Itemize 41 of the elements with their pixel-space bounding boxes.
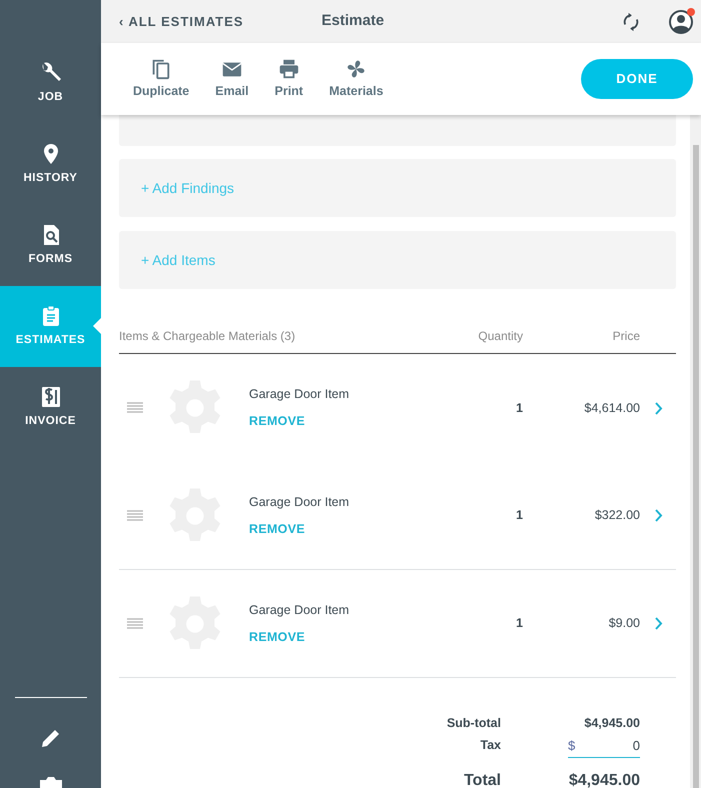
page-title: Estimate xyxy=(322,11,384,32)
quantity-cell-text: 1 xyxy=(515,615,523,632)
item-name: Garage Door Item xyxy=(249,602,350,619)
price-cell-text: $9.00 xyxy=(608,615,640,632)
sidebar-item[interactable]: HISTORY xyxy=(0,124,101,205)
price-cell-text: $322.00 xyxy=(594,507,640,524)
remove-link[interactable]: REMOVE xyxy=(249,520,443,538)
drag-handle-icon xyxy=(127,616,143,630)
printer-icon xyxy=(278,58,300,80)
scrollbar[interactable] xyxy=(690,115,701,788)
subtotal-value: $4,945.00 xyxy=(583,715,640,732)
column-header: Price xyxy=(612,328,640,345)
materials-button[interactable]: Materials xyxy=(323,58,390,100)
fan-icon xyxy=(345,58,368,80)
tax-field[interactable]: 0 xyxy=(590,736,640,756)
remove-link[interactable]: REMOVE xyxy=(249,412,443,431)
avatar-icon xyxy=(669,10,693,34)
sync-icon xyxy=(621,12,641,32)
copy-icon xyxy=(150,58,172,80)
item-name: Garage Door Item xyxy=(249,494,350,511)
tax-label: Tax xyxy=(479,736,501,754)
sidebar-item[interactable]: JOB xyxy=(0,43,101,124)
sidebar-item[interactable]: INVOICE xyxy=(0,367,101,448)
subtotal-label: Sub-total xyxy=(446,715,501,732)
column-header: Quantity xyxy=(477,328,523,345)
currency-symbol: $ xyxy=(568,736,576,755)
email-button[interactable]: Email xyxy=(209,58,255,100)
total-label: Total xyxy=(462,771,501,788)
duplicate-button[interactable]: Duplicate xyxy=(127,58,196,100)
quantity-cell-text: 1 xyxy=(515,507,523,524)
column-header: Items & Chargeable Materials (3) xyxy=(119,328,296,345)
price-cell-text: $4,614.00 xyxy=(583,400,640,417)
print-button[interactable]: Print xyxy=(268,58,310,100)
sidebar-item[interactable]: FORMS xyxy=(0,205,101,286)
drag-handle-icon xyxy=(127,401,143,415)
quantity-cell-text: 1 xyxy=(515,400,523,417)
back-link[interactable]: ‹ ALL ESTIMATES xyxy=(119,12,244,32)
item-name: Garage Door Item xyxy=(249,386,350,404)
total-value: $4,945.00 xyxy=(568,771,640,788)
remove-link[interactable]: REMOVE xyxy=(249,628,443,646)
drag-handle-icon xyxy=(127,508,143,522)
